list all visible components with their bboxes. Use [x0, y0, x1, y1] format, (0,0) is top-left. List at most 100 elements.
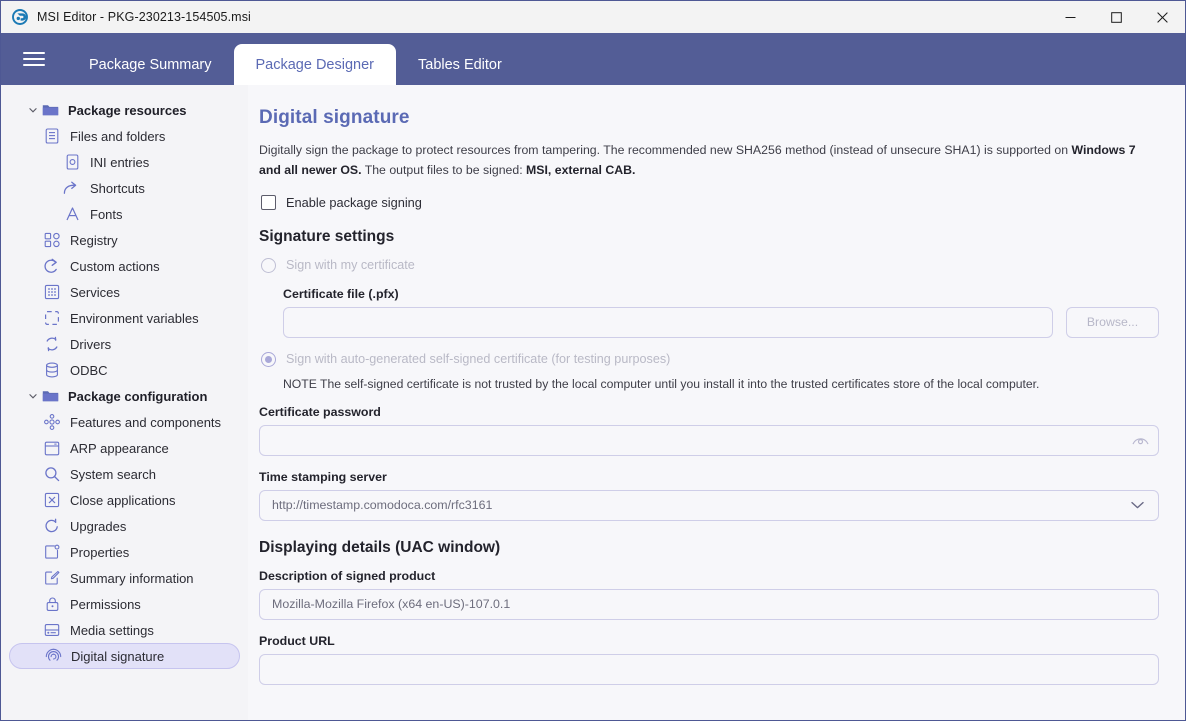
font-letter-icon: [63, 205, 81, 223]
sidebar-item-arp-appearance[interactable]: ARP appearance: [9, 435, 240, 461]
browse-button[interactable]: Browse...: [1066, 306, 1159, 338]
sidebar-item-label: Services: [70, 284, 120, 300]
custom-action-arrow-icon: [43, 257, 61, 275]
radio-self-signed-row[interactable]: Sign with auto-generated self-signed cer…: [259, 351, 1159, 367]
lock-icon: [43, 595, 61, 613]
sidebar-tree: Package resources Files and folders INI …: [1, 85, 248, 720]
hamburger-menu-icon[interactable]: [23, 33, 45, 85]
enable-package-signing-row[interactable]: Enable package signing: [261, 194, 1159, 210]
sidebar-item-label: ARP appearance: [70, 440, 169, 456]
msi-editor-logo-icon: [12, 9, 28, 25]
sidebar-item-label: INI entries: [90, 154, 150, 170]
chevron-down-icon[interactable]: [25, 391, 41, 401]
sidebar-item-label: Upgrades: [70, 518, 127, 534]
sidebar-item-label: Features and components: [70, 414, 222, 430]
minimize-button[interactable]: [1047, 1, 1093, 33]
sidebar-item-environment-variables[interactable]: Environment variables: [9, 305, 240, 331]
sidebar-item-label: Custom actions: [70, 258, 160, 274]
sidebar-item-label: Digital signature: [71, 648, 165, 664]
certificate-password-wrap: [259, 424, 1159, 456]
window-icon: [43, 439, 61, 457]
sidebar-item-label: Fonts: [90, 206, 123, 222]
tab-package-designer[interactable]: Package Designer: [233, 44, 396, 85]
product-description-label: Description of signed product: [259, 568, 436, 583]
sidebar-item-label: ODBC: [70, 362, 108, 378]
sidebar-item-permissions[interactable]: Permissions: [9, 591, 240, 617]
sidebar-item-properties[interactable]: Properties: [9, 539, 240, 565]
description-text-1: Digitally sign the package to protect re…: [259, 143, 1072, 157]
sidebar-item-ini-entries[interactable]: INI entries: [9, 149, 240, 175]
sidebar-item-label: Permissions: [70, 596, 141, 612]
sidebar-item-label: Properties: [70, 544, 130, 560]
sidebar-item-odbc[interactable]: ODBC: [9, 357, 240, 383]
sidebar-item-label: Shortcuts: [90, 180, 145, 196]
timestamp-server-select[interactable]: http://timestamp.comodoca.com/rfc3161: [259, 489, 1159, 521]
folder-icon: [41, 387, 59, 405]
product-description-input[interactable]: Mozilla-Mozilla Firefox (x64 en-US)-107.…: [259, 588, 1159, 620]
sidebar-item-drivers[interactable]: Drivers: [9, 331, 240, 357]
media-disk-icon: [43, 621, 61, 639]
sidebar-item-custom-actions[interactable]: Custom actions: [9, 253, 240, 279]
description-text-2: The output files to be signed:: [361, 162, 527, 177]
sidebar-item-files-and-folders[interactable]: Files and folders: [9, 123, 240, 149]
tab-tables-editor[interactable]: Tables Editor: [396, 45, 524, 85]
maximize-button[interactable]: [1093, 1, 1139, 33]
sidebar-item-shortcuts[interactable]: Shortcuts: [9, 175, 240, 201]
tab-package-summary[interactable]: Package Summary: [67, 45, 234, 85]
sidebar-item-close-applications[interactable]: Close applications: [9, 487, 240, 513]
app-window: MSI Editor - PKG-230213-154505.msi Packa…: [0, 0, 1186, 721]
sidebar-item-label: Media settings: [70, 622, 154, 638]
sidebar-item-media-settings[interactable]: Media settings: [9, 617, 240, 643]
sidebar-item-package-resources[interactable]: Package resources: [9, 97, 240, 123]
enable-package-signing-checkbox[interactable]: [261, 194, 276, 210]
product-url-label: Product URL: [259, 633, 335, 648]
sidebar-item-registry[interactable]: Registry: [9, 227, 240, 253]
sidebar-item-system-search[interactable]: System search: [9, 461, 240, 487]
certificate-file-row: Browse...: [283, 306, 1159, 338]
chevron-down-icon[interactable]: [25, 105, 41, 115]
sidebar-item-label: Package configuration: [68, 388, 208, 404]
edit-pencil-icon: [43, 569, 61, 587]
certificate-file-input[interactable]: [283, 306, 1053, 338]
sidebar-item-label: Environment variables: [70, 310, 199, 326]
shortcut-arrow-icon: [63, 179, 81, 197]
page-title: Digital signature: [259, 107, 410, 128]
file-list-icon: [43, 127, 61, 145]
window-controls: [1047, 1, 1185, 33]
refresh-circle-icon: [43, 517, 61, 535]
sidebar-item-label: Registry: [70, 232, 118, 248]
sidebar-item-digital-signature[interactable]: Digital signature: [9, 643, 240, 669]
sidebar-item-summary-information[interactable]: Summary information: [9, 565, 240, 591]
drivers-refresh-icon: [43, 335, 61, 353]
radio-sign-with-my-certificate-row[interactable]: Sign with my certificate: [259, 257, 1159, 273]
tabstrip: Package Summary Package Designer Tables …: [1, 33, 1185, 85]
chevron-down-icon[interactable]: [1129, 490, 1145, 521]
radio-self-signed-certificate-label: Sign with auto-generated self-signed cer…: [286, 352, 671, 367]
database-icon: [43, 361, 61, 379]
dashed-square-icon: [43, 309, 61, 327]
sidebar-item-label: Close applications: [70, 492, 176, 508]
sidebar-item-package-configuration[interactable]: Package configuration: [9, 383, 240, 409]
sidebar-item-label: Summary information: [70, 570, 194, 586]
product-url-input[interactable]: [259, 653, 1159, 685]
radio-self-signed-certificate[interactable]: [261, 351, 276, 367]
close-button[interactable]: [1139, 1, 1185, 33]
certificate-password-input[interactable]: [259, 424, 1159, 456]
sidebar-item-features-and-components[interactable]: Features and components: [9, 409, 240, 435]
components-node-icon: [43, 413, 61, 431]
description-bold-2: MSI, external CAB.: [526, 162, 636, 177]
titlebar: MSI Editor - PKG-230213-154505.msi: [1, 1, 1185, 33]
sidebar-item-upgrades[interactable]: Upgrades: [9, 513, 240, 539]
fingerprint-icon: [44, 647, 62, 665]
self-signed-note: NOTE The self-signed certificate is not …: [283, 376, 1040, 391]
close-box-icon: [43, 491, 61, 509]
uac-details-heading: Displaying details (UAC window): [259, 538, 501, 556]
eye-icon[interactable]: [1132, 425, 1149, 456]
sidebar-item-services[interactable]: Services: [9, 279, 240, 305]
sidebar-item-fonts[interactable]: Fonts: [9, 201, 240, 227]
radio-sign-with-my-certificate[interactable]: [261, 257, 276, 273]
sidebar-item-label: Files and folders: [70, 128, 166, 144]
radio-sign-with-my-certificate-label: Sign with my certificate: [286, 258, 415, 273]
services-grid-icon: [43, 283, 61, 301]
timestamp-server-label: Time stamping server: [259, 469, 387, 484]
